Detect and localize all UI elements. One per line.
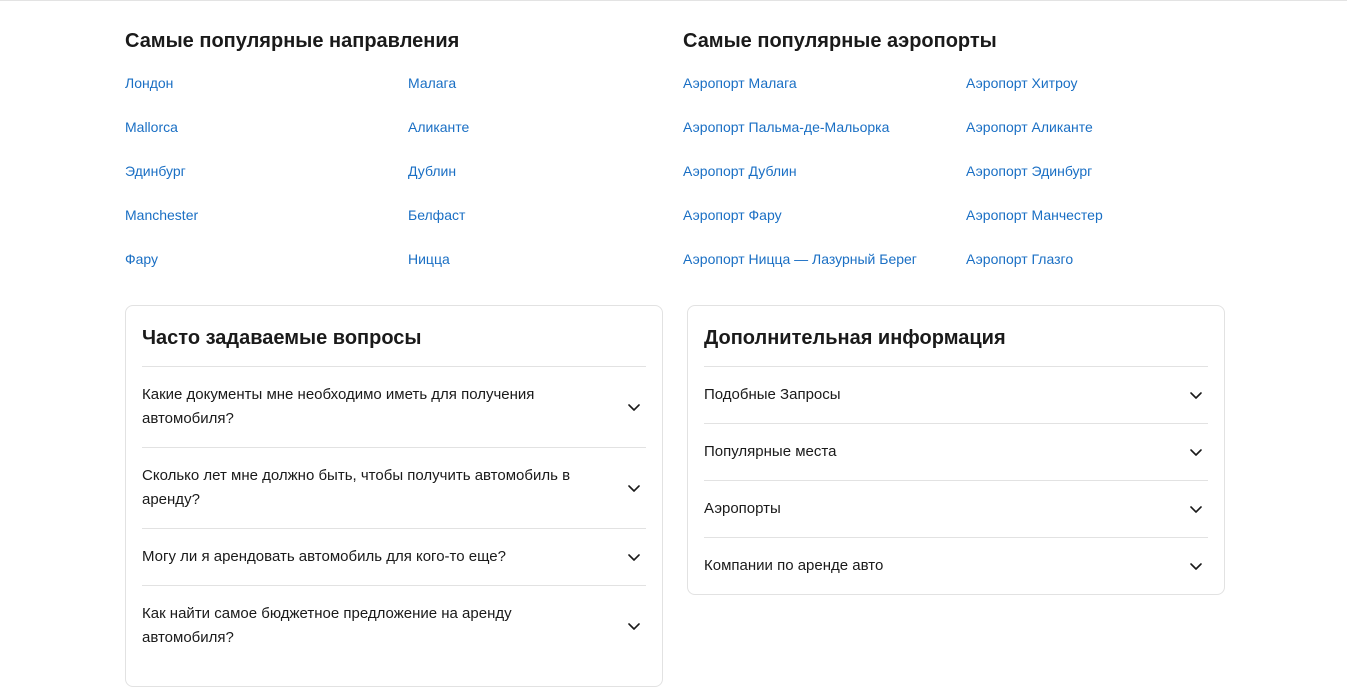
popular-destinations-links: Лондон Малага Mallorca Аликанте Эдинбург… bbox=[125, 74, 685, 294]
additional-info-title: Дополнительная информация bbox=[704, 306, 1208, 367]
faq-item-cheapest[interactable]: Как найти самое бюджетное предложение на… bbox=[142, 586, 646, 666]
chevron-down-icon bbox=[626, 399, 642, 415]
popular-destinations-title: Самые популярные направления bbox=[125, 30, 460, 52]
chevron-down-icon bbox=[1188, 444, 1204, 460]
info-item-label: Компании по аренде авто bbox=[704, 557, 884, 574]
destination-link[interactable]: Малага bbox=[408, 74, 691, 92]
info-item-rental-companies[interactable]: Компании по аренде авто bbox=[704, 538, 1208, 594]
faq-item-documents[interactable]: Какие документы мне необходимо иметь для… bbox=[142, 367, 646, 448]
destination-link[interactable]: Manchester bbox=[125, 206, 408, 224]
faq-card: Часто задаваемые вопросы Какие документы… bbox=[125, 305, 663, 687]
destination-link[interactable]: Фару bbox=[125, 250, 408, 268]
chevron-down-icon bbox=[626, 480, 642, 496]
popular-airports-links: Аэропорт Малага Аэропорт Хитроу Аэропорт… bbox=[683, 74, 1243, 294]
faq-item-age[interactable]: Сколько лет мне должно быть, чтобы получ… bbox=[142, 448, 646, 529]
faq-question: Как найти самое бюджетное предложение на… bbox=[142, 605, 512, 646]
chevron-down-icon bbox=[1188, 558, 1204, 574]
info-item-label: Популярные места bbox=[704, 443, 837, 460]
airport-link[interactable]: Аэропорт Манчестер bbox=[966, 206, 1249, 224]
airport-link[interactable]: Аэропорт Пальма-де-Мальорка bbox=[683, 118, 966, 136]
airport-link[interactable]: Аэропорт Малага bbox=[683, 74, 966, 92]
faq-question: Могу ли я арендовать автомобиль для кого… bbox=[142, 548, 506, 565]
destination-link[interactable]: Эдинбург bbox=[125, 162, 408, 180]
airport-link[interactable]: Аэропорт Дублин bbox=[683, 162, 966, 180]
chevron-down-icon bbox=[1188, 501, 1204, 517]
destination-link[interactable]: Ницца bbox=[408, 250, 691, 268]
airport-link[interactable]: Аэропорт Глазго bbox=[966, 250, 1249, 268]
destination-link[interactable]: Mallorca bbox=[125, 118, 408, 136]
destination-link[interactable]: Дублин bbox=[408, 162, 691, 180]
info-item-label: Подобные Запросы bbox=[704, 386, 841, 403]
faq-item-someone-else[interactable]: Могу ли я арендовать автомобиль для кого… bbox=[142, 529, 646, 586]
info-item-airports[interactable]: Аэропорты bbox=[704, 481, 1208, 538]
popular-airports-title: Самые популярные аэропорты bbox=[683, 30, 997, 52]
airport-link[interactable]: Аэропорт Хитроу bbox=[966, 74, 1249, 92]
top-divider bbox=[0, 0, 1347, 1]
chevron-down-icon bbox=[1188, 387, 1204, 403]
popular-destinations-section: Самые популярные направления Лондон Мала… bbox=[125, 28, 685, 294]
airport-link[interactable]: Аэропорт Эдинбург bbox=[966, 162, 1249, 180]
airport-link[interactable]: Аэропорт Фару bbox=[683, 206, 966, 224]
destination-link[interactable]: Лондон bbox=[125, 74, 408, 92]
chevron-down-icon bbox=[626, 549, 642, 565]
info-item-label: Аэропорты bbox=[704, 500, 781, 517]
faq-question: Какие документы мне необходимо иметь для… bbox=[142, 386, 535, 427]
info-item-popular-places[interactable]: Популярные места bbox=[704, 424, 1208, 481]
popular-airports-section: Самые популярные аэропорты Аэропорт Мала… bbox=[683, 28, 1243, 294]
chevron-down-icon bbox=[626, 618, 642, 634]
destination-link[interactable]: Аликанте bbox=[408, 118, 691, 136]
faq-question: Сколько лет мне должно быть, чтобы получ… bbox=[142, 467, 571, 508]
faq-title: Часто задаваемые вопросы bbox=[142, 306, 646, 367]
airport-link[interactable]: Аэропорт Ницца — Лазурный Берег bbox=[683, 250, 966, 268]
info-item-similar-queries[interactable]: Подобные Запросы bbox=[704, 367, 1208, 424]
additional-info-card: Дополнительная информация Подобные Запро… bbox=[687, 305, 1225, 595]
airport-link[interactable]: Аэропорт Аликанте bbox=[966, 118, 1249, 136]
destination-link[interactable]: Белфаст bbox=[408, 206, 691, 224]
